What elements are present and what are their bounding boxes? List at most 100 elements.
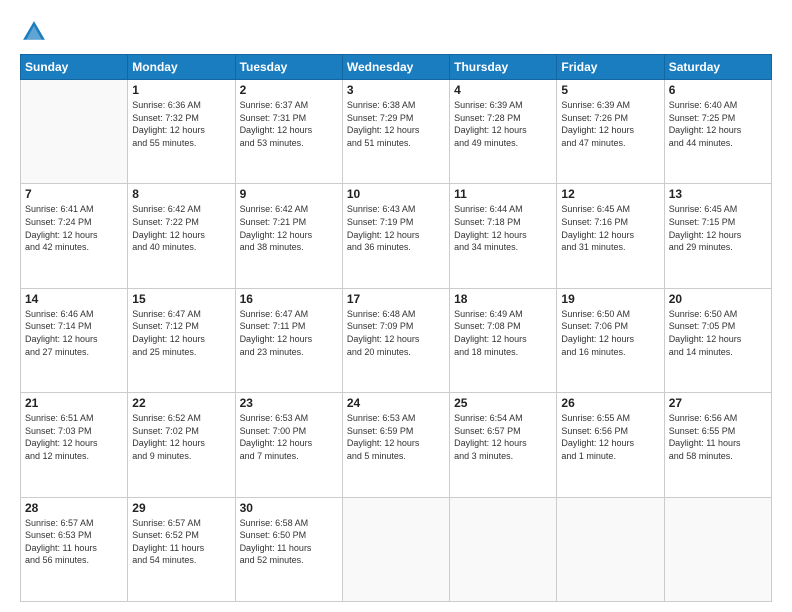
- day-info: Sunrise: 6:57 AM Sunset: 6:53 PM Dayligh…: [25, 517, 123, 567]
- calendar-cell: 30 Sunrise: 6:58 AM Sunset: 6:50 PM Dayli…: [235, 497, 342, 601]
- calendar-cell: 4Sunrise: 6:39 AM Sunset: 7:28 PM Daylig…: [450, 80, 557, 184]
- day-info: Sunrise: 6:47 AM Sunset: 7:11 PM Dayligh…: [240, 308, 338, 358]
- day-info: Sunrise: 6:44 AM Sunset: 7:18 PM Dayligh…: [454, 203, 552, 253]
- day-info: Sunrise: 6:39 AM Sunset: 7:26 PM Dayligh…: [561, 99, 659, 149]
- calendar-cell: 2Sunrise: 6:37 AM Sunset: 7:31 PM Daylig…: [235, 80, 342, 184]
- day-info: Sunrise: 6:58 AM Sunset: 6:50 PM Dayligh…: [240, 517, 338, 567]
- day-info: Sunrise: 6:51 AM Sunset: 7:03 PM Dayligh…: [25, 412, 123, 462]
- day-info: Sunrise: 6:47 AM Sunset: 7:12 PM Dayligh…: [132, 308, 230, 358]
- day-info: Sunrise: 6:46 AM Sunset: 7:14 PM Dayligh…: [25, 308, 123, 358]
- day-info: Sunrise: 6:40 AM Sunset: 7:25 PM Dayligh…: [669, 99, 767, 149]
- calendar-cell: 8 Sunrise: 6:42 AM Sunset: 7:22 PM Daylig…: [128, 184, 235, 288]
- day-info: Sunrise: 6:36 AM Sunset: 7:32 PM Dayligh…: [132, 99, 230, 149]
- calendar-cell: 21Sunrise: 6:51 AM Sunset: 7:03 PM Dayli…: [21, 393, 128, 497]
- column-header-saturday: Saturday: [664, 55, 771, 80]
- day-number: 29: [132, 501, 230, 515]
- day-number: 20: [669, 292, 767, 306]
- calendar-table: SundayMondayTuesdayWednesdayThursdayFrid…: [20, 54, 772, 602]
- day-number: 9: [240, 187, 338, 201]
- day-number: 17: [347, 292, 445, 306]
- calendar-cell: 20Sunrise: 6:50 AM Sunset: 7:05 PM Dayli…: [664, 288, 771, 392]
- header: [20, 18, 772, 46]
- column-header-friday: Friday: [557, 55, 664, 80]
- calendar-cell: [664, 497, 771, 601]
- calendar-cell: 14 Sunrise: 6:46 AM Sunset: 7:14 PM Dayli…: [21, 288, 128, 392]
- calendar-cell: 10 Sunrise: 6:43 AM Sunset: 7:19 PM Dayli…: [342, 184, 449, 288]
- day-number: 26: [561, 396, 659, 410]
- day-info: Sunrise: 6:53 AM Sunset: 6:59 PM Dayligh…: [347, 412, 445, 462]
- day-info: Sunrise: 6:52 AM Sunset: 7:02 PM Dayligh…: [132, 412, 230, 462]
- day-info: Sunrise: 6:53 AM Sunset: 7:00 PM Dayligh…: [240, 412, 338, 462]
- day-number: 2: [240, 83, 338, 97]
- day-number: 28: [25, 501, 123, 515]
- day-number: 8: [132, 187, 230, 201]
- day-info: Sunrise: 6:50 AM Sunset: 7:06 PM Dayligh…: [561, 308, 659, 358]
- day-number: 15: [132, 292, 230, 306]
- day-number: 6: [669, 83, 767, 97]
- calendar-header-row: SundayMondayTuesdayWednesdayThursdayFrid…: [21, 55, 772, 80]
- day-info: Sunrise: 6:56 AM Sunset: 6:55 PM Dayligh…: [669, 412, 767, 462]
- calendar-cell: 5 Sunrise: 6:39 AM Sunset: 7:26 PM Daylig…: [557, 80, 664, 184]
- calendar-cell: 11 Sunrise: 6:44 AM Sunset: 7:18 PM Dayli…: [450, 184, 557, 288]
- calendar-cell: 3Sunrise: 6:38 AM Sunset: 7:29 PM Daylig…: [342, 80, 449, 184]
- day-info: Sunrise: 6:41 AM Sunset: 7:24 PM Dayligh…: [25, 203, 123, 253]
- calendar-cell: [342, 497, 449, 601]
- day-info: Sunrise: 6:45 AM Sunset: 7:16 PM Dayligh…: [561, 203, 659, 253]
- day-number: 4: [454, 83, 552, 97]
- logo-icon: [20, 18, 48, 46]
- day-info: Sunrise: 6:48 AM Sunset: 7:09 PM Dayligh…: [347, 308, 445, 358]
- calendar-cell: [21, 80, 128, 184]
- day-number: 14: [25, 292, 123, 306]
- day-number: 19: [561, 292, 659, 306]
- calendar-week-row: 14 Sunrise: 6:46 AM Sunset: 7:14 PM Dayli…: [21, 288, 772, 392]
- calendar-cell: 16 Sunrise: 6:47 AM Sunset: 7:11 PM Dayli…: [235, 288, 342, 392]
- day-number: 16: [240, 292, 338, 306]
- day-number: 7: [25, 187, 123, 201]
- day-number: 27: [669, 396, 767, 410]
- calendar-cell: 9 Sunrise: 6:42 AM Sunset: 7:21 PM Daylig…: [235, 184, 342, 288]
- column-header-wednesday: Wednesday: [342, 55, 449, 80]
- calendar-cell: 7 Sunrise: 6:41 AM Sunset: 7:24 PM Daylig…: [21, 184, 128, 288]
- day-number: 5: [561, 83, 659, 97]
- calendar-cell: 19 Sunrise: 6:50 AM Sunset: 7:06 PM Dayli…: [557, 288, 664, 392]
- day-number: 22: [132, 396, 230, 410]
- column-header-sunday: Sunday: [21, 55, 128, 80]
- calendar-cell: 13 Sunrise: 6:45 AM Sunset: 7:15 PM Dayli…: [664, 184, 771, 288]
- calendar-cell: 25 Sunrise: 6:54 AM Sunset: 6:57 PM Dayli…: [450, 393, 557, 497]
- day-number: 1: [132, 83, 230, 97]
- day-info: Sunrise: 6:57 AM Sunset: 6:52 PM Dayligh…: [132, 517, 230, 567]
- day-info: Sunrise: 6:54 AM Sunset: 6:57 PM Dayligh…: [454, 412, 552, 462]
- calendar-cell: 1 Sunrise: 6:36 AM Sunset: 7:32 PM Daylig…: [128, 80, 235, 184]
- calendar-cell: 26Sunrise: 6:55 AM Sunset: 6:56 PM Dayli…: [557, 393, 664, 497]
- day-number: 10: [347, 187, 445, 201]
- day-info: Sunrise: 6:45 AM Sunset: 7:15 PM Dayligh…: [669, 203, 767, 253]
- day-number: 12: [561, 187, 659, 201]
- calendar-cell: [557, 497, 664, 601]
- column-header-thursday: Thursday: [450, 55, 557, 80]
- calendar-cell: 6 Sunrise: 6:40 AM Sunset: 7:25 PM Daylig…: [664, 80, 771, 184]
- day-info: Sunrise: 6:49 AM Sunset: 7:08 PM Dayligh…: [454, 308, 552, 358]
- column-header-monday: Monday: [128, 55, 235, 80]
- calendar-cell: 15 Sunrise: 6:47 AM Sunset: 7:12 PM Dayli…: [128, 288, 235, 392]
- calendar-cell: 29 Sunrise: 6:57 AM Sunset: 6:52 PM Dayli…: [128, 497, 235, 601]
- calendar-cell: 12 Sunrise: 6:45 AM Sunset: 7:16 PM Dayli…: [557, 184, 664, 288]
- calendar-cell: 22 Sunrise: 6:52 AM Sunset: 7:02 PM Dayli…: [128, 393, 235, 497]
- day-number: 30: [240, 501, 338, 515]
- day-number: 3: [347, 83, 445, 97]
- calendar-week-row: 28 Sunrise: 6:57 AM Sunset: 6:53 PM Dayli…: [21, 497, 772, 601]
- day-number: 25: [454, 396, 552, 410]
- calendar-cell: 24 Sunrise: 6:53 AM Sunset: 6:59 PM Dayli…: [342, 393, 449, 497]
- calendar-cell: [450, 497, 557, 601]
- day-info: Sunrise: 6:43 AM Sunset: 7:19 PM Dayligh…: [347, 203, 445, 253]
- column-header-tuesday: Tuesday: [235, 55, 342, 80]
- day-number: 11: [454, 187, 552, 201]
- day-number: 24: [347, 396, 445, 410]
- logo: [20, 18, 52, 46]
- calendar-cell: 18Sunrise: 6:49 AM Sunset: 7:08 PM Dayli…: [450, 288, 557, 392]
- calendar-cell: 17 Sunrise: 6:48 AM Sunset: 7:09 PM Dayli…: [342, 288, 449, 392]
- calendar-cell: 23Sunrise: 6:53 AM Sunset: 7:00 PM Dayli…: [235, 393, 342, 497]
- day-number: 13: [669, 187, 767, 201]
- day-info: Sunrise: 6:42 AM Sunset: 7:22 PM Dayligh…: [132, 203, 230, 253]
- day-info: Sunrise: 6:42 AM Sunset: 7:21 PM Dayligh…: [240, 203, 338, 253]
- calendar-week-row: 1 Sunrise: 6:36 AM Sunset: 7:32 PM Daylig…: [21, 80, 772, 184]
